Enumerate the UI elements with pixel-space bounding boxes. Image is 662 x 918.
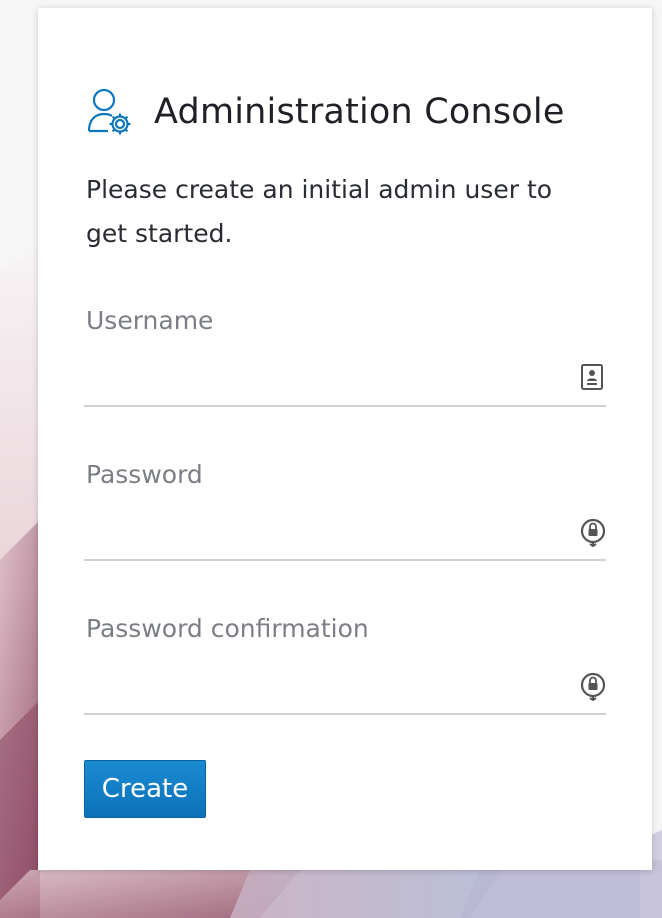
- page-title: Administration Console: [154, 92, 565, 132]
- password-confirmation-input[interactable]: [84, 659, 548, 709]
- user-cog-icon: [86, 86, 132, 138]
- username-field: Username: [84, 306, 606, 407]
- password-confirmation-label: Password confirmation: [86, 614, 369, 643]
- password-field: Password: [84, 460, 606, 561]
- password-input[interactable]: [84, 505, 548, 555]
- card-header: Administration Console: [86, 86, 565, 138]
- lock-key-icon: [580, 671, 606, 702]
- page-subtitle: Please create an initial admin user to g…: [86, 175, 553, 248]
- password-input-row: [84, 505, 606, 561]
- password-confirmation-input-row: [84, 659, 606, 715]
- username-input-row: [84, 351, 606, 407]
- password-label: Password: [86, 460, 203, 489]
- create-button[interactable]: Create: [84, 760, 206, 818]
- username-label: Username: [86, 306, 214, 335]
- admin-setup-card: Administration Console Please create an …: [38, 8, 652, 870]
- password-confirmation-field: Password confirmation: [84, 614, 606, 715]
- lock-key-icon: [580, 517, 606, 548]
- username-input[interactable]: [84, 351, 548, 401]
- id-card-icon: [580, 363, 606, 393]
